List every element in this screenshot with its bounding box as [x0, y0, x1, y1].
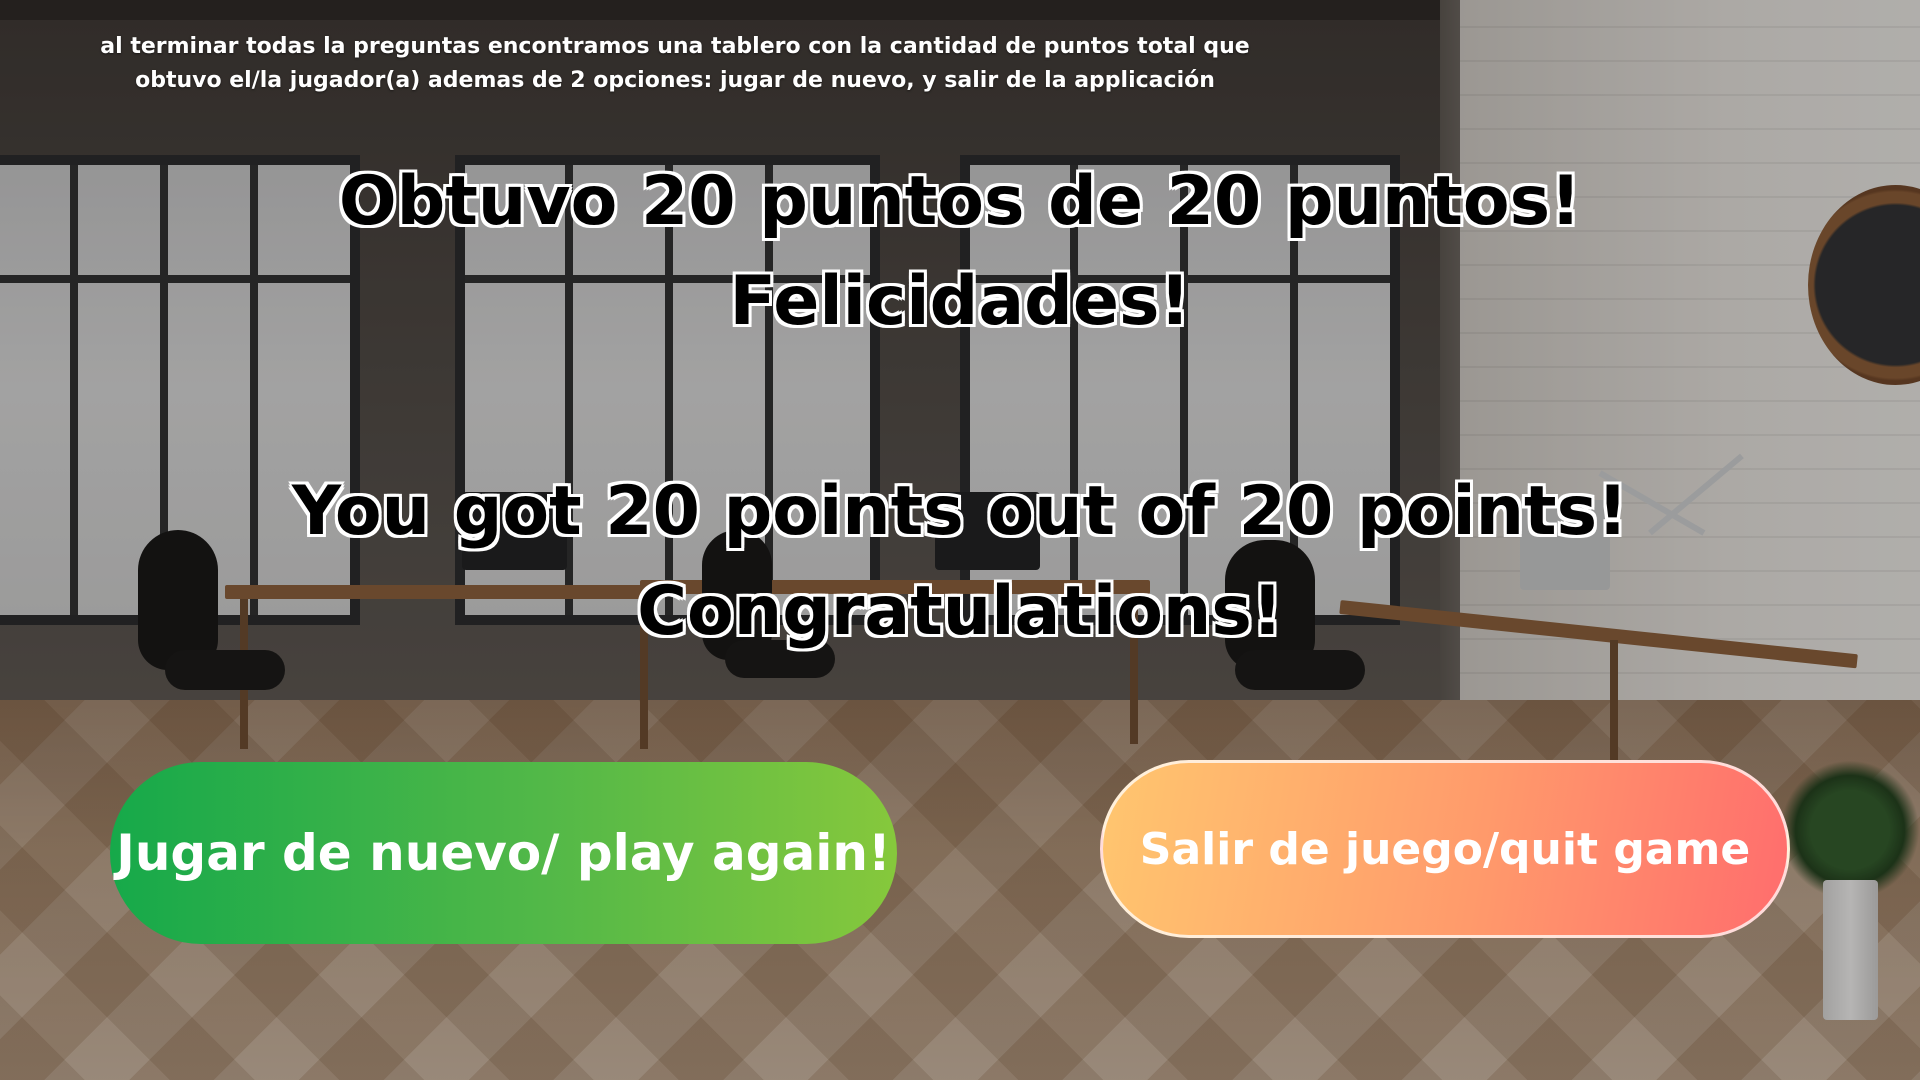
result-spanish: Obtuvo 20 puntos de 20 puntos! Felicidad… [260, 152, 1660, 352]
game-over-screen: al terminar todas la preguntas encontram… [0, 0, 1920, 1080]
play-again-button[interactable]: Jugar de nuevo/ play again! [110, 762, 897, 944]
congrats-message-en: Congratulations! [637, 572, 1283, 651]
score-message-en: You got 20 points out of 20 points! [291, 472, 1629, 551]
congrats-message-es: Felicidades! [729, 262, 1191, 341]
instruction-text: al terminar todas la preguntas encontram… [100, 34, 1250, 93]
quit-game-label: Salir de juego/quit game [1139, 823, 1751, 875]
quit-game-button[interactable]: Salir de juego/quit game [1100, 760, 1790, 938]
play-again-label: Jugar de nuevo/ play again! [116, 824, 891, 882]
score-message-es: Obtuvo 20 puntos de 20 puntos! [338, 162, 1582, 241]
result-english: You got 20 points out of 20 points! Cong… [260, 462, 1660, 662]
